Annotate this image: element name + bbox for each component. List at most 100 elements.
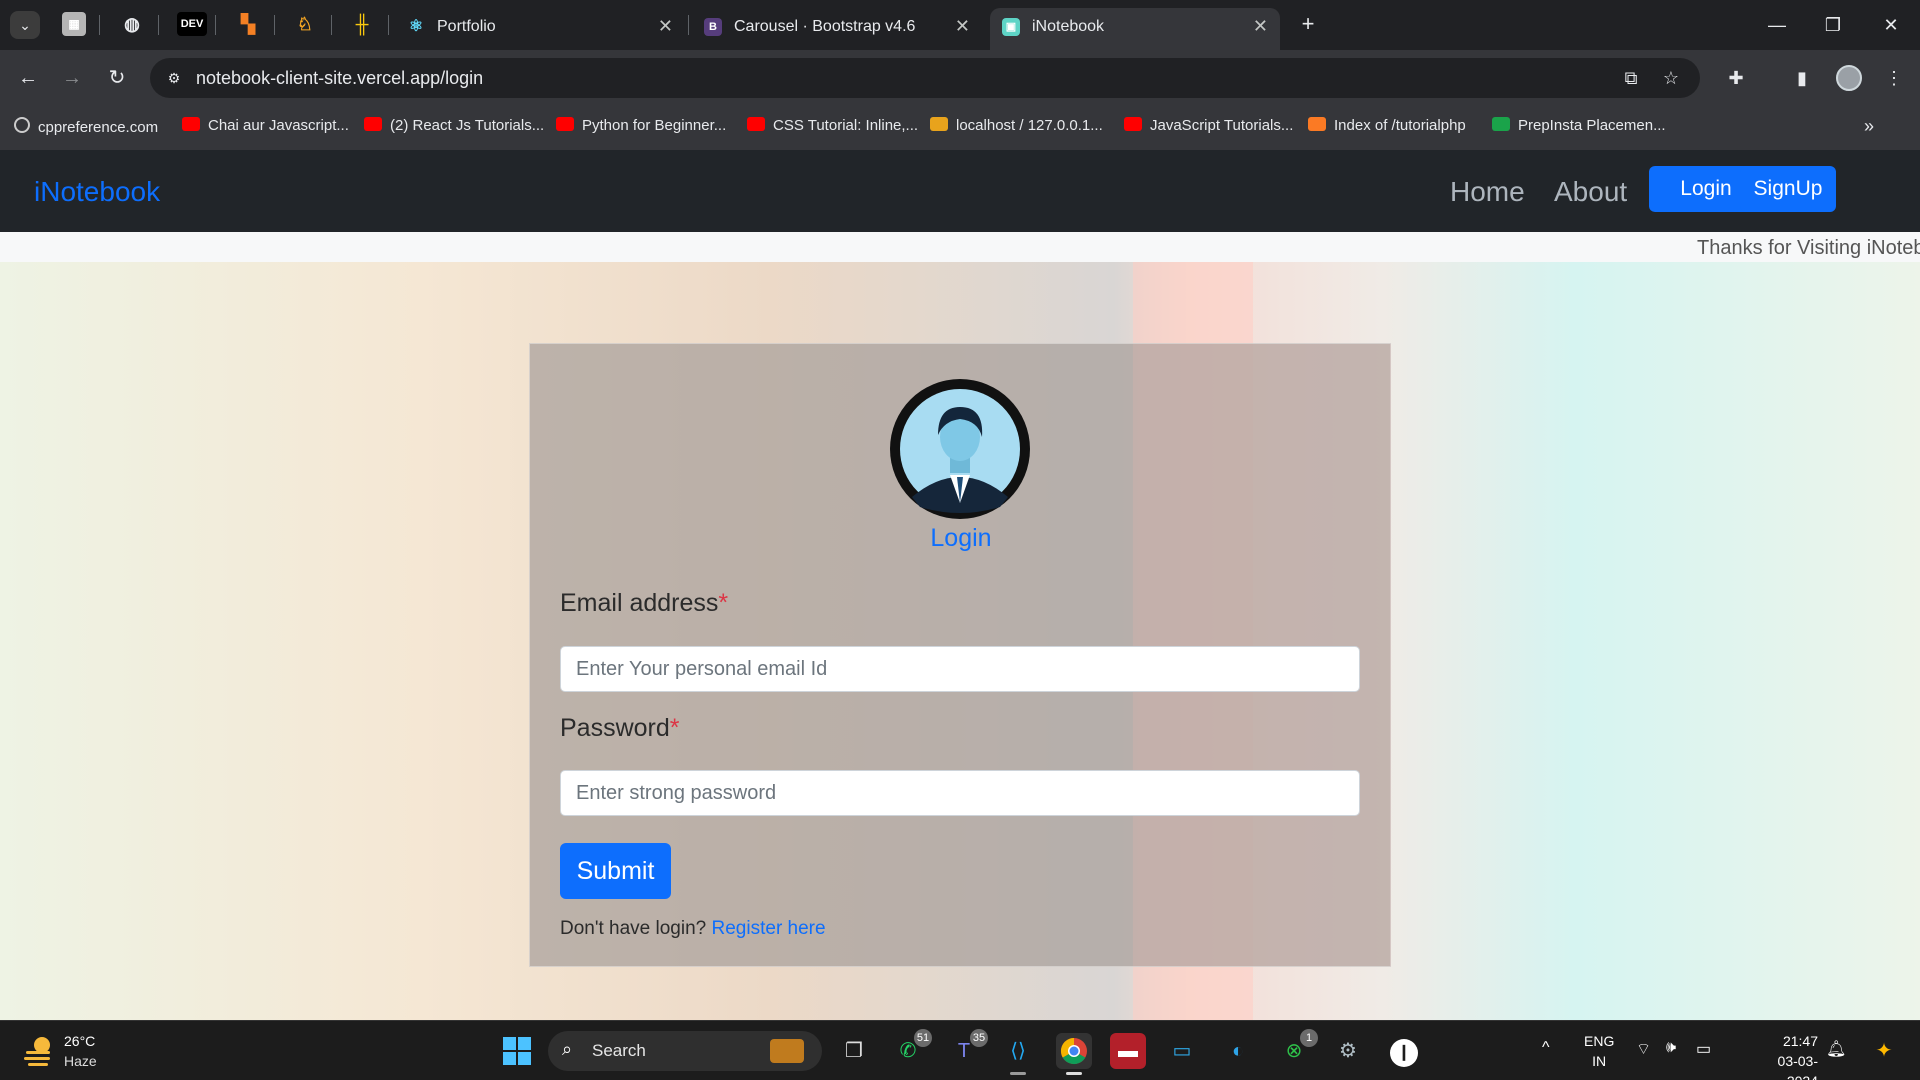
- windows-start-icon[interactable]: [502, 1036, 532, 1066]
- signup-nav-button[interactable]: SignUp: [1740, 166, 1836, 212]
- email-label: Email address*: [560, 589, 728, 618]
- new-tab-button[interactable]: +: [1296, 12, 1320, 36]
- required-asterisk: *: [718, 589, 729, 617]
- profile-avatar[interactable]: [1836, 65, 1862, 91]
- install-app-icon[interactable]: ⧉: [1620, 67, 1642, 89]
- settings-gear-icon[interactable]: ⚙: [1330, 1033, 1366, 1069]
- bookmark-item[interactable]: localhost / 127.0.0.1...: [930, 117, 1103, 139]
- tab-title: iNotebook: [1032, 18, 1105, 35]
- forward-icon[interactable]: →: [58, 64, 86, 92]
- tab-title: Carousel · Bootstrap v4.6: [734, 18, 916, 35]
- more-bookmarks-icon[interactable]: »: [1864, 116, 1874, 137]
- mysql-workbench-icon[interactable]: ▬: [1110, 1033, 1146, 1069]
- wifi-icon[interactable]: ⌔: [1636, 1039, 1651, 1059]
- search-highlight-icon: [770, 1039, 804, 1063]
- bookmark-item[interactable]: cppreference.com: [14, 117, 158, 139]
- battery-icon[interactable]: ▭: [1696, 1039, 1711, 1059]
- prepinsta-icon: [1492, 117, 1510, 131]
- taskbar-search[interactable]: ⌕ Search: [548, 1031, 822, 1071]
- bookmark-label: Chai aur Javascript...: [208, 117, 349, 134]
- pinned-tab-chart-icon[interactable]: ╫: [350, 12, 374, 36]
- bookmark-label: CSS Tutorial: Inline,...: [773, 117, 919, 134]
- tab-inotebook[interactable]: ▣ iNotebook ✕: [990, 8, 1280, 50]
- bookmark-item[interactable]: Chai aur Javascript...: [182, 117, 349, 139]
- pinned-tab-image-icon[interactable]: ▦: [62, 12, 86, 36]
- site-info-icon[interactable]: ⚙: [164, 68, 184, 88]
- mongodb-compass-icon[interactable]: ❙: [1386, 1033, 1422, 1069]
- restore-icon[interactable]: ❐: [1818, 10, 1848, 40]
- bookmark-item[interactable]: Index of /tutorialphp: [1308, 117, 1466, 139]
- nav-home-link[interactable]: Home: [1450, 176, 1525, 208]
- language-code: ENG: [1584, 1033, 1615, 1049]
- volume-icon[interactable]: 🕪: [1666, 1039, 1676, 1057]
- notification-bell-icon[interactable]: 🔔︎: [1826, 1039, 1846, 1059]
- vscode-icon[interactable]: ⟨⟩: [1000, 1033, 1036, 1075]
- teams-icon[interactable]: T 35: [946, 1029, 988, 1069]
- clock-time: 21:47: [1782, 1033, 1818, 1049]
- bookmark-label: Python for Beginner...: [582, 117, 727, 134]
- youtube-icon: [182, 117, 200, 131]
- pinned-tab-leetcode-icon[interactable]: ♘: [293, 12, 317, 36]
- bookmark-item[interactable]: (2) React Js Tutorials...: [364, 117, 544, 139]
- email-input[interactable]: [560, 646, 1360, 692]
- submit-button[interactable]: Submit: [560, 843, 671, 899]
- reload-icon[interactable]: ↻: [103, 64, 131, 92]
- whatsapp-icon[interactable]: ✆ 51: [890, 1029, 932, 1069]
- chrome-icon[interactable]: [1056, 1033, 1092, 1075]
- menu-kebab-icon[interactable]: ⋮: [1880, 64, 1908, 92]
- password-label-text: Password: [560, 714, 670, 742]
- close-icon[interactable]: ✕: [658, 16, 673, 37]
- register-link[interactable]: Register here: [712, 918, 826, 939]
- language-indicator[interactable]: ENG IN: [1584, 1031, 1614, 1071]
- tab-search-button[interactable]: ⌄: [10, 11, 40, 39]
- bookmark-label: (2) React Js Tutorials...: [390, 117, 545, 134]
- close-window-icon[interactable]: ✕: [1876, 10, 1906, 40]
- password-label: Password*: [560, 714, 680, 743]
- minimize-icon[interactable]: —: [1762, 10, 1792, 40]
- bookmark-item[interactable]: CSS Tutorial: Inline,...: [747, 117, 918, 139]
- close-icon[interactable]: ✕: [955, 16, 970, 37]
- running-indicator: [1010, 1072, 1026, 1075]
- show-hidden-icons-icon[interactable]: ^: [1542, 1039, 1550, 1057]
- brand-logo[interactable]: iNotebook: [34, 176, 160, 208]
- tab-portfolio[interactable]: ⚛ Portfolio ✕: [395, 8, 685, 50]
- page-content: iNotebook Home About Login SignUp Thanks…: [0, 150, 1920, 1020]
- system-clock[interactable]: 21:47 03-03-2024: [1754, 1031, 1818, 1080]
- search-icon: ⌕: [562, 1039, 573, 1059]
- edge-icon[interactable]: ◐: [1220, 1033, 1256, 1069]
- back-icon[interactable]: ←: [14, 64, 42, 92]
- taskbar-search-label: Search: [592, 1041, 646, 1060]
- nav-about-link[interactable]: About: [1554, 176, 1627, 208]
- url-text[interactable]: notebook-client-site.vercel.app/login: [196, 68, 483, 89]
- email-label-text: Email address: [560, 589, 719, 617]
- task-view-icon[interactable]: ❐: [836, 1033, 872, 1069]
- address-bar[interactable]: ⚙ notebook-client-site.vercel.app/login …: [150, 58, 1700, 98]
- weather-description[interactable]: Haze: [64, 1053, 97, 1069]
- bookmark-item[interactable]: PrepInsta Placemen...: [1492, 117, 1666, 139]
- bookmark-item[interactable]: Python for Beginner...: [556, 117, 726, 139]
- tab-separator: [274, 15, 275, 35]
- extensions-icon[interactable]: ✚: [1722, 64, 1750, 92]
- side-panel-icon[interactable]: ▮: [1788, 64, 1816, 92]
- copilot-icon[interactable]: ✦: [1866, 1033, 1902, 1069]
- cppreference-icon: [14, 117, 30, 133]
- marquee-text: Thanks for Visiting iNoteb: [1697, 237, 1920, 259]
- user-avatar-icon: [890, 379, 1030, 519]
- pinned-tab-stackoverflow-icon[interactable]: ▚: [236, 12, 260, 36]
- bookmark-star-icon[interactable]: ☆: [1660, 67, 1682, 89]
- app-navbar: iNotebook Home About Login SignUp: [0, 150, 1920, 232]
- tab-separator: [99, 15, 100, 35]
- bookmark-item[interactable]: JavaScript Tutorials...: [1124, 117, 1293, 139]
- pinned-tab-dev-icon[interactable]: DEV: [177, 12, 207, 36]
- weather-temperature[interactable]: 26°C: [64, 1033, 95, 1049]
- xbox-icon[interactable]: ⊗ 1: [1276, 1029, 1318, 1069]
- xampp-icon: [1308, 117, 1326, 131]
- remote-desktop-icon[interactable]: ▭: [1164, 1033, 1200, 1069]
- weather-haze-icon[interactable]: [22, 1033, 56, 1067]
- password-input[interactable]: [560, 770, 1360, 816]
- bookmark-label: PrepInsta Placemen...: [1518, 117, 1666, 134]
- pinned-tab-globe-icon[interactable]: ◍: [120, 12, 144, 36]
- tab-carousel-bootstrap[interactable]: B Carousel · Bootstrap v4.6 ✕: [692, 8, 982, 50]
- tab-separator: [331, 15, 332, 35]
- close-icon[interactable]: ✕: [1253, 16, 1268, 37]
